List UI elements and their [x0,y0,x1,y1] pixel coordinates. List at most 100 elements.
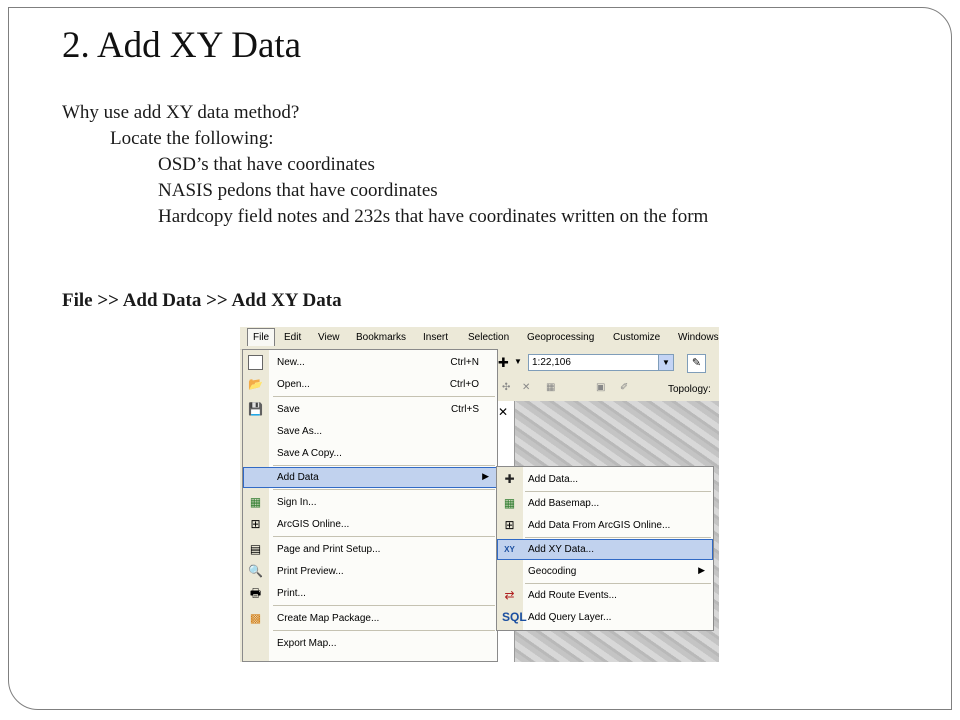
map-scale-combo[interactable]: 1:22,106 ▼ [528,354,674,371]
menu-separator [273,630,495,631]
file-menu-page-print-setup[interactable]: ▤ Page and Print Setup... [243,539,497,560]
submenu-add-query-layer[interactable]: SQL Add Query Layer... [497,607,713,628]
menu-item-label: Add Data... [528,474,579,485]
chevron-down-icon[interactable]: ▼ [658,355,673,370]
menu-separator [273,605,495,606]
menu-path-instruction: File >> Add Data >> Add XY Data [62,290,342,311]
file-menu-add-data[interactable]: Add Data ▶ [243,467,497,488]
menu-separator [525,583,711,584]
menu-item-label: Save As... [277,426,323,437]
topology-error-icon[interactable]: ▣ [596,382,605,393]
file-menu-arcgis-online[interactable]: ⊞ ArcGIS Online... [243,514,497,535]
add-data-icon: ✚ [504,472,515,486]
shortcut-label: Ctrl+N [450,357,479,368]
file-menu-save-as[interactable]: Save As... [243,421,497,442]
add-data-submenu: ✚ Add Data... ▦ Add Basemap... ⊞ Add Dat… [496,466,714,631]
menu-item-label: New... [277,357,305,368]
menu-separator [273,489,495,490]
menu-file[interactable]: File [247,328,276,346]
map-package-icon: ▩ [249,611,262,625]
menu-view[interactable]: View [318,332,340,343]
submenu-arrow-icon: ▶ [698,565,705,575]
add-data-icon[interactable]: ✚ [498,355,509,371]
submenu-add-data-arcgis-online[interactable]: ⊞ Add Data From ArcGIS Online... [497,515,713,536]
file-menu-print[interactable]: 🖶 Print... [243,583,497,604]
arcgis-online-icon: ⊞ [250,517,261,531]
topology-inspector-icon[interactable]: ✐ [620,382,628,393]
menu-item-label: Open... [277,379,310,390]
bullet-nasis: NASIS pedons that have coordinates [158,180,438,201]
menu-separator [273,465,495,466]
submenu-add-data[interactable]: ✚ Add Data... [497,469,713,490]
menu-item-label: Add Data [277,472,319,483]
menu-windows[interactable]: Windows [678,332,719,343]
save-disk-icon: 💾 [248,402,263,416]
route-events-icon: ⇄ [504,588,515,602]
basemap-icon: ▦ [503,496,516,510]
print-preview-icon: 🔍 [248,564,263,578]
locate-line: Locate the following: [110,128,274,149]
submenu-add-basemap[interactable]: ▦ Add Basemap... [497,493,713,514]
menu-customize[interactable]: Customize [613,332,660,343]
arcgis-online-data-icon: ⊞ [504,518,515,532]
menu-edit[interactable]: Edit [284,332,301,343]
file-menu-save[interactable]: 💾 Save Ctrl+S [243,399,497,420]
menu-item-label: Print Preview... [277,566,344,577]
topology-tool-icon[interactable]: ✣ [502,382,510,393]
file-menu-sign-in[interactable]: ▦ Sign In... [243,492,497,513]
map-scale-value: 1:22,106 [532,357,571,368]
chevron-down-icon[interactable]: ▼ [514,357,522,366]
new-document-icon [248,355,263,370]
menu-item-label: Create Map Package... [277,613,380,624]
topology-label: Topology: [668,384,711,395]
menu-item-label: Add Route Events... [528,590,617,601]
menu-separator [525,491,711,492]
file-menu-new[interactable]: New... Ctrl+N [243,352,497,373]
xy-data-icon: XY [504,545,515,554]
menu-item-label: Add Query Layer... [528,612,612,623]
menu-item-label: Export Map... [277,638,337,649]
file-menu-open[interactable]: 📂 Open... Ctrl+O [243,374,497,395]
bullet-hardcopy: Hardcopy field notes and 232s that have … [158,206,709,227]
menu-separator [525,537,711,538]
printer-icon: 🖶 [249,586,262,600]
sql-query-icon: SQL [502,610,527,624]
menu-geoprocessing[interactable]: Geoprocessing [527,332,594,343]
menu-item-label: Add XY Data... [528,544,594,555]
file-menu-save-a-copy[interactable]: Save A Copy... [243,443,497,464]
sign-in-icon: ▦ [249,495,262,509]
file-menu-create-map-package[interactable]: ▩ Create Map Package... [243,608,497,629]
arcmap-screenshot: File Edit View Bookmarks Insert Selectio… [240,327,719,662]
file-menu-export-map[interactable]: Export Map... [243,633,497,654]
menu-item-label: Page and Print Setup... [277,544,381,555]
menu-item-label: Save [277,404,300,415]
file-menu: New... Ctrl+N 📂 Open... Ctrl+O 💾 Save Ct… [242,349,498,662]
submenu-geocoding[interactable]: Geocoding ▶ [497,561,713,582]
submenu-arrow-icon: ▶ [482,471,489,481]
editor-icon[interactable]: ✎ [687,354,706,373]
bullet-osd: OSD’s that have coordinates [158,154,375,175]
shortcut-label: Ctrl+S [450,404,479,415]
menu-item-label: Save A Copy... [277,448,342,459]
submenu-add-route-events[interactable]: ⇄ Add Route Events... [497,585,713,606]
menu-item-label: Geocoding [528,566,577,577]
file-menu-print-preview[interactable]: 🔍 Print Preview... [243,561,497,582]
shortcut-label: Ctrl+O [449,379,479,390]
topology-edit-icon[interactable]: ✕ [522,382,530,393]
topology-grid-icon[interactable]: ▦ [546,382,555,393]
menu-bookmarks[interactable]: Bookmarks [356,332,406,343]
close-icon[interactable]: ✕ [498,405,508,419]
menu-item-label: Add Basemap... [528,498,600,509]
menu-insert[interactable]: Insert [423,332,448,343]
submenu-add-xy-data[interactable]: XY Add XY Data... [497,539,713,560]
question-line: Why use add XY data method? [62,102,300,123]
menu-item-label: Print... [277,588,306,599]
menu-separator [273,396,495,397]
menu-item-label: Add Data From ArcGIS Online... [528,520,671,531]
menu-selection[interactable]: Selection [468,332,509,343]
page-setup-icon: ▤ [249,542,262,556]
menu-separator [273,536,495,537]
slide-title: 2. Add XY Data [62,25,302,66]
menu-bar: File Edit View Bookmarks Insert Selectio… [240,327,719,350]
menu-item-label: ArcGIS Online... [277,519,350,530]
